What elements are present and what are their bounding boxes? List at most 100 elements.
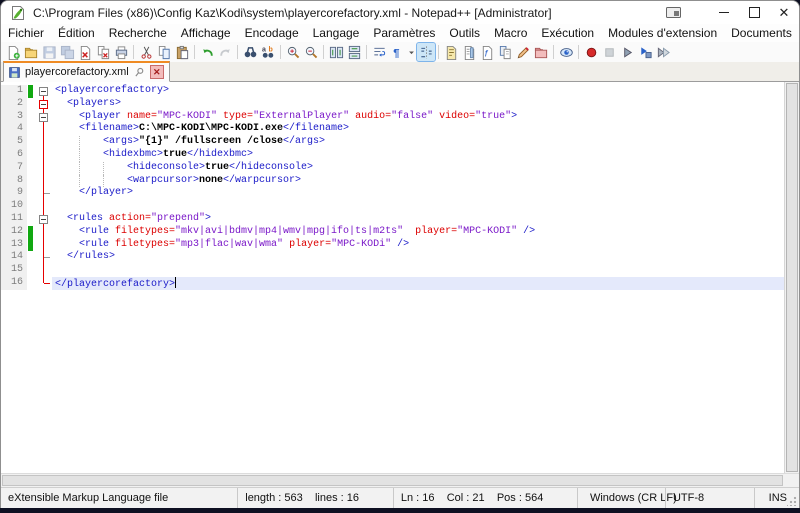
close-all-icon[interactable] <box>94 43 112 61</box>
pin-icon[interactable] <box>133 66 146 79</box>
save-all-icon[interactable] <box>58 43 76 61</box>
menu-item-langage[interactable]: Langage <box>306 24 367 42</box>
horizontal-scrollbar-thumb[interactable] <box>2 475 783 486</box>
code-line-2[interactable]: 2 <players> <box>1 98 784 111</box>
menu-item-macro[interactable]: Macro <box>487 24 534 42</box>
code-line-content[interactable]: <player name="MPC-KODI" type="ExternalPl… <box>52 111 784 124</box>
code-line-12[interactable]: 12 <rule filetypes="mkv|avi|bdmv|mp4|wmv… <box>1 226 784 239</box>
horizontal-scrollbar[interactable] <box>1 473 799 487</box>
fold-margin[interactable] <box>35 187 52 200</box>
save-file-icon[interactable] <box>40 43 58 61</box>
vertical-scrollbar[interactable] <box>784 82 799 473</box>
code-line-1[interactable]: 1<playercorefactory> <box>1 85 784 98</box>
fold-margin[interactable] <box>35 277 52 290</box>
fold-margin[interactable] <box>35 264 52 277</box>
playback-macro-icon[interactable] <box>618 43 636 61</box>
menu-item-execution[interactable]: Exécution <box>534 24 601 42</box>
fold-margin[interactable] <box>35 123 52 136</box>
stop-macro-icon[interactable] <box>600 43 618 61</box>
fold-margin[interactable] <box>35 213 52 226</box>
document-map-icon[interactable] <box>460 43 478 61</box>
code-line-content[interactable]: <hideconsole>true</hideconsole> <box>52 162 784 175</box>
code-line-14[interactable]: 14 </rules> <box>1 251 784 264</box>
show-all-characters-icon[interactable]: ¶ <box>388 43 406 61</box>
fold-margin[interactable] <box>35 200 52 213</box>
editor-area[interactable]: 1<playercorefactory>2 <players>3 <player… <box>1 82 799 473</box>
new-file-icon[interactable] <box>4 43 22 61</box>
menu-item-edition[interactable]: Édition <box>51 24 102 42</box>
code-line-content[interactable]: <rules action="prepend"> <box>52 213 784 226</box>
redo-icon[interactable] <box>216 43 234 61</box>
menu-item-modules-extension[interactable]: Modules d'extension <box>601 24 724 42</box>
code-line-3[interactable]: 3 <player name="MPC-KODI" type="External… <box>1 111 784 124</box>
code-line-content[interactable] <box>52 200 784 213</box>
fold-margin[interactable] <box>35 85 52 98</box>
menu-item-documents[interactable]: Documents <box>724 24 799 42</box>
save-macro-icon[interactable] <box>636 43 654 61</box>
code-line-8[interactable]: 8 <warpcursor>none</warpcursor> <box>1 175 784 188</box>
run-macro-multiple-icon[interactable] <box>654 43 672 61</box>
fold-margin[interactable] <box>35 175 52 188</box>
dropdown-caret-icon[interactable] <box>406 43 417 61</box>
code-line-content[interactable]: <filename>C:\MPC-KODI\MPC-KODI.exe</file… <box>52 123 784 136</box>
status-insert-mode[interactable]: INS <box>754 488 799 508</box>
fold-margin[interactable] <box>35 226 52 239</box>
sync-vertical-icon[interactable] <box>327 43 345 61</box>
menu-item-fichier[interactable]: Fichier <box>1 24 51 42</box>
find-icon[interactable] <box>241 43 259 61</box>
code-line-15[interactable]: 15 <box>1 264 784 277</box>
window-overlay-icon[interactable] <box>655 1 691 24</box>
replace-icon[interactable]: ba <box>259 43 277 61</box>
code-line-10[interactable]: 10 <box>1 200 784 213</box>
tab-playercorefactory[interactable]: playercorefactory.xml ✕ <box>3 61 170 82</box>
code-line-content[interactable]: </playercorefactory> <box>52 277 784 290</box>
word-wrap-icon[interactable] <box>370 43 388 61</box>
code-line-11[interactable]: 11 <rules action="prepend"> <box>1 213 784 226</box>
title-bar[interactable]: C:\Program Files (x86)\Config Kaz\Kodi\s… <box>1 1 799 24</box>
fold-margin[interactable] <box>35 111 52 124</box>
code-line-content[interactable]: </rules> <box>52 251 784 264</box>
code-view[interactable]: 1<playercorefactory>2 <players>3 <player… <box>1 82 784 473</box>
menu-item-encodage[interactable]: Encodage <box>238 24 306 42</box>
status-encoding[interactable]: UTF-8 <box>665 488 754 508</box>
record-macro-icon[interactable] <box>582 43 600 61</box>
fold-margin[interactable] <box>35 162 52 175</box>
zoom-in-icon[interactable] <box>284 43 302 61</box>
menu-item-affichage[interactable]: Affichage <box>174 24 238 42</box>
file-monitoring-icon[interactable] <box>557 43 575 61</box>
vertical-scrollbar-thumb[interactable] <box>786 83 798 472</box>
status-eol-format[interactable]: Windows (CR LF) <box>577 488 665 508</box>
code-line-content[interactable] <box>52 264 784 277</box>
code-line-content[interactable]: <players> <box>52 98 784 111</box>
menu-item-parametres[interactable]: Paramètres <box>366 24 442 42</box>
fold-margin[interactable] <box>35 149 52 162</box>
code-line-9[interactable]: 9 </player> <box>1 187 784 200</box>
indent-guide-icon[interactable] <box>417 43 435 61</box>
fold-collapse-box[interactable] <box>39 215 48 224</box>
menu-item-recherche[interactable]: Recherche <box>102 24 174 42</box>
open-file-icon[interactable] <box>22 43 40 61</box>
fold-collapse-box[interactable] <box>39 87 48 96</box>
zoom-out-icon[interactable] <box>302 43 320 61</box>
fold-margin[interactable] <box>35 239 52 252</box>
resize-grip[interactable] <box>787 496 797 506</box>
code-line-content[interactable]: <rule filetypes="mkv|avi|bdmv|mp4|wmv|mp… <box>52 226 784 239</box>
code-line-5[interactable]: 5 <args>"{1}" /fullscreen /close</args> <box>1 136 784 149</box>
code-line-13[interactable]: 13 <rule filetypes="mp3|flac|wav|wma" pl… <box>1 239 784 252</box>
code-line-content[interactable]: <warpcursor>none</warpcursor> <box>52 175 784 188</box>
folder-as-workspace-icon[interactable] <box>532 43 550 61</box>
print-icon[interactable] <box>112 43 130 61</box>
paste-icon[interactable] <box>173 43 191 61</box>
fold-collapse-box[interactable] <box>39 113 48 122</box>
document-switcher-icon[interactable] <box>496 43 514 61</box>
minimize-button[interactable] <box>709 1 739 24</box>
code-line-content[interactable]: <args>"{1}" /fullscreen /close</args> <box>52 136 784 149</box>
maximize-button[interactable] <box>739 1 769 24</box>
code-line-content[interactable]: <playercorefactory> <box>52 85 784 98</box>
function-list-icon[interactable]: f <box>478 43 496 61</box>
cut-icon[interactable] <box>137 43 155 61</box>
edit-pen-icon[interactable] <box>514 43 532 61</box>
udl-dialog-icon[interactable] <box>442 43 460 61</box>
code-line-6[interactable]: 6 <hidexbmc>true</hidexbmc> <box>1 149 784 162</box>
fold-margin[interactable] <box>35 136 52 149</box>
